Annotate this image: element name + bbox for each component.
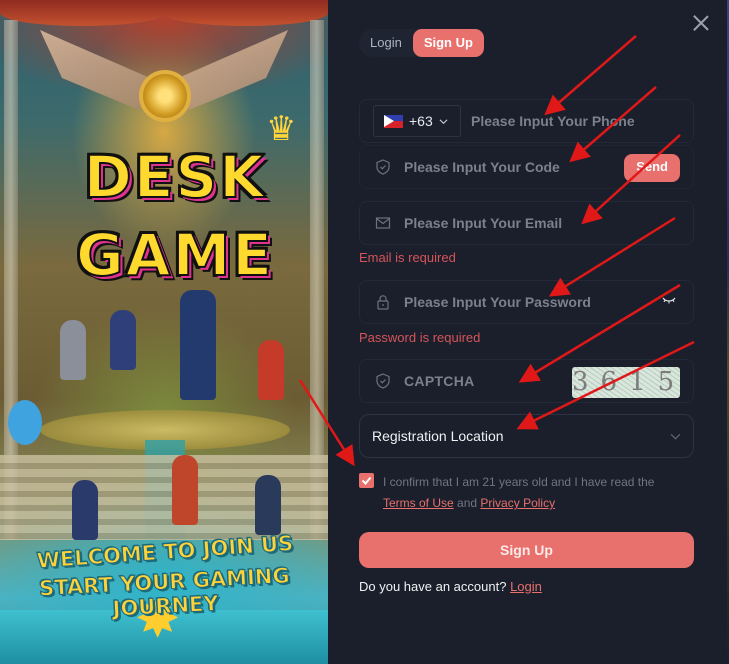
wing-left (40, 30, 150, 110)
password-field[interactable]: Please Input Your Password (359, 280, 694, 324)
captcha-field[interactable]: CAPTCHA 3615 (359, 359, 694, 403)
verification-code-field[interactable]: Please Input Your Code Send (359, 145, 694, 189)
tab-signup[interactable]: Sign Up (412, 29, 484, 57)
signup-submit-button[interactable]: Sign Up (359, 532, 694, 568)
shield-check-icon (374, 158, 392, 176)
agreement-text-before: I confirm that I am 21 years old and I h… (383, 475, 655, 489)
login-prompt: Do you have an account? Login (359, 579, 542, 594)
email-error: Email is required (359, 250, 456, 265)
character (180, 290, 216, 400)
phone-field[interactable]: +63 Please Input Your Phone (359, 99, 694, 143)
email-field[interactable]: Please Input Your Email (359, 201, 694, 245)
send-code-button[interactable]: Send (624, 154, 680, 182)
character (255, 475, 281, 535)
envelope-icon (374, 214, 392, 232)
email-placeholder: Please Input Your Email (404, 215, 563, 231)
curtain-left (0, 0, 165, 26)
registration-location-select[interactable]: Registration Location (359, 414, 694, 458)
checkmark-icon (361, 476, 372, 485)
country-code: +63 (409, 113, 433, 129)
crown-icon: ♛ (266, 110, 297, 148)
philippines-flag-icon (384, 114, 403, 128)
chevron-down-icon (439, 118, 448, 124)
agreement-text: I confirm that I am 21 years old and I h… (383, 472, 683, 514)
wing-right (178, 30, 288, 110)
agree-checkbox[interactable] (359, 473, 374, 488)
lock-icon (374, 293, 392, 311)
eye-closed-icon[interactable] (662, 295, 676, 305)
captcha-placeholder: CAPTCHA (404, 373, 475, 389)
password-error: Password is required (359, 330, 481, 345)
terms-of-use-link[interactable]: Terms of Use (383, 496, 454, 510)
country-code-select[interactable]: +63 (373, 105, 461, 137)
tab-login[interactable]: Login (359, 29, 413, 57)
location-value: Registration Location (372, 428, 504, 444)
character (72, 480, 98, 540)
captcha-image[interactable]: 3615 (572, 367, 680, 398)
code-placeholder: Please Input Your Code (404, 159, 560, 175)
shield-check-icon (374, 372, 392, 390)
curtain-right (163, 0, 328, 26)
character (8, 400, 42, 445)
privacy-policy-link[interactable]: Privacy Policy (480, 496, 555, 510)
close-icon[interactable] (690, 12, 712, 34)
chevron-down-icon (670, 433, 681, 440)
character (60, 320, 86, 380)
character (172, 455, 198, 525)
login-prompt-text: Do you have an account? (359, 579, 511, 594)
golden-emblem (139, 70, 191, 122)
password-placeholder: Please Input Your Password (404, 294, 591, 310)
game-title-line2: GAME (75, 221, 274, 289)
agreement-text-middle: and (453, 496, 481, 510)
game-title-line1: DESK (83, 143, 267, 211)
character (258, 340, 284, 400)
character (110, 310, 136, 370)
auth-tabs: Login Sign Up (359, 29, 484, 57)
login-link[interactable]: Login (510, 579, 542, 594)
promo-artwork: ♛ DESK GAME ✸ WELCOME TO JOIN US START Y… (0, 0, 328, 664)
phone-placeholder: Please Input Your Phone (471, 113, 635, 129)
